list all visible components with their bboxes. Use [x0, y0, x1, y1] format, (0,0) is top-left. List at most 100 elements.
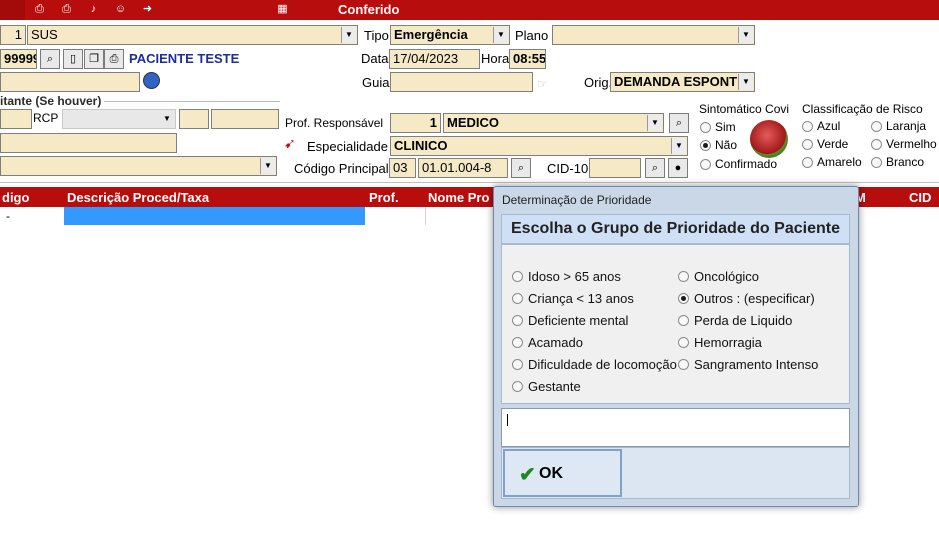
orig-value: DEMANDA ESPONT — [614, 74, 738, 89]
binoculars-icon[interactable]: ⌕ — [40, 49, 60, 69]
globe-icon[interactable] — [143, 72, 160, 89]
chevron-down-icon[interactable]: ▼ — [671, 138, 686, 154]
arrow-icon[interactable]: ➜ — [140, 3, 155, 16]
solicitante-select[interactable]: ▼ — [0, 156, 277, 176]
plano-select[interactable]: ▼ — [552, 25, 755, 45]
option-label: Gestante — [528, 379, 581, 394]
hora-label: Hora — [481, 51, 510, 66]
sintomatico-confirmado-radio[interactable] — [700, 159, 711, 170]
risco-vermelho-radio[interactable] — [871, 139, 882, 150]
option-radio[interactable] — [512, 381, 523, 392]
risco-branco-radio[interactable] — [871, 157, 882, 168]
dialog-button-bar: ✔ OK — [501, 447, 850, 499]
calculator-icon[interactable]: ▦ — [275, 3, 290, 16]
chevron-down-icon[interactable]: ▼ — [160, 111, 174, 127]
orig-select[interactable]: DEMANDA ESPONT ▼ — [610, 72, 755, 92]
ok-label: OK — [539, 465, 563, 482]
chevron-down-icon[interactable]: ▼ — [738, 74, 753, 90]
binoculars-icon[interactable]: ⌕ — [645, 158, 665, 178]
rcp-label: RCP — [33, 111, 59, 125]
sintomatico-sim-radio[interactable] — [700, 122, 711, 133]
dialog-title: Determinação de Prioridade — [502, 193, 652, 207]
hora-field[interactable]: 08:55 — [509, 49, 546, 69]
chevron-down-icon[interactable]: ▼ — [341, 27, 356, 43]
chevron-down-icon[interactable]: ▼ — [738, 27, 753, 43]
risco-azul-radio[interactable] — [802, 121, 813, 132]
status-title: Conferido — [338, 2, 400, 17]
convenio-value: SUS — [31, 27, 58, 42]
risco-amarelo-radio[interactable] — [802, 157, 813, 168]
rcp-number-field[interactable] — [211, 109, 279, 129]
risco-amarelo-label: Amarelo — [817, 155, 862, 169]
print-icon[interactable]: ⎙ — [32, 3, 47, 16]
solicitante-title: itante (Se houver) — [0, 94, 105, 108]
convenio-select[interactable]: SUS ▼ — [27, 25, 358, 45]
virus-icon — [750, 120, 788, 158]
col-cid[interactable]: CID — [909, 190, 931, 205]
option-radio[interactable] — [512, 271, 523, 282]
option-radio-selected[interactable] — [678, 293, 689, 304]
especialidade-select[interactable]: CLINICO ▼ — [390, 136, 688, 156]
binoculars-icon[interactable]: ⌕ — [511, 158, 531, 178]
option-radio[interactable] — [512, 293, 523, 304]
prof-resp-select[interactable]: MEDICO ▼ — [443, 113, 664, 133]
tipo-select[interactable]: Emergência ▼ — [390, 25, 510, 45]
option-label: Acamado — [528, 335, 583, 350]
option-radio[interactable] — [678, 271, 689, 282]
top-toolbar: ⎙ ⎙ ♪ ☺ ➜ ▦ Conferido — [0, 0, 939, 20]
toolbar-cap — [0, 0, 25, 20]
document-icon[interactable]: ▯ — [63, 49, 83, 69]
options-panel: Idoso > 65 anos Criança < 13 anos Defici… — [501, 244, 850, 404]
selected-cell[interactable] — [64, 207, 365, 225]
rcp-select[interactable]: ▼ — [62, 109, 176, 129]
col-codigo[interactable]: digo — [2, 190, 29, 205]
chevron-down-icon[interactable]: ▼ — [493, 27, 508, 43]
risco-azul-label: Azul — [817, 119, 841, 133]
sound-icon[interactable]: ♪ — [86, 3, 101, 16]
option-label: Perda de Liquido — [694, 313, 793, 328]
printer-icon[interactable]: ⎙ — [104, 49, 124, 69]
cell-divider — [425, 207, 426, 225]
option-radio[interactable] — [678, 337, 689, 348]
rcp-uf-field[interactable] — [179, 109, 209, 129]
data-field[interactable]: 17/04/2023 — [389, 49, 480, 69]
convenio-number-field[interactable]: 1 — [0, 25, 26, 45]
guia-field[interactable] — [390, 72, 533, 92]
codigo-field[interactable]: 01.01.004-8 — [418, 158, 508, 178]
codigo-grupo-field[interactable]: 03 — [389, 158, 416, 178]
prof-resp-label: Prof. Responsável — [285, 116, 384, 130]
record-icon[interactable]: ● — [668, 158, 688, 178]
chevron-down-icon[interactable]: ▼ — [260, 158, 275, 174]
tipo-label: Tipo — [364, 28, 389, 43]
option-radio[interactable] — [512, 359, 523, 370]
option-radio[interactable] — [678, 359, 689, 370]
col-descricao[interactable]: Descrição Proced/Taxa — [67, 190, 209, 205]
hand-icon[interactable]: ☞ — [537, 77, 548, 91]
solicitante-name-field[interactable] — [0, 133, 177, 153]
prof-resp-number-field[interactable]: 1 — [390, 113, 441, 133]
chevron-down-icon[interactable]: ▼ — [647, 115, 662, 131]
specify-input[interactable] — [501, 408, 850, 447]
col-prof[interactable]: Prof. — [369, 190, 399, 205]
risco-laranja-radio[interactable] — [871, 121, 882, 132]
ok-button[interactable]: ✔ OK — [503, 449, 622, 497]
option-label: Oncológico — [694, 269, 760, 284]
cid-field[interactable] — [589, 158, 641, 178]
solicitante-code-field[interactable] — [0, 109, 32, 129]
option-radio[interactable] — [512, 337, 523, 348]
prontuario-field[interactable]: 99999 — [0, 49, 37, 69]
print-icon-2[interactable]: ⎙ — [59, 3, 74, 16]
col-nome-prof[interactable]: Nome Pro — [428, 190, 489, 205]
sintomatico-nao-radio[interactable] — [700, 140, 711, 151]
patient-extra-field[interactable] — [0, 72, 140, 92]
prof-resp-value: MEDICO — [447, 115, 499, 130]
risco-verde-radio[interactable] — [802, 139, 813, 150]
binoculars-icon[interactable]: ⌕ — [669, 113, 689, 133]
orig-label: Orig. — [584, 75, 613, 90]
row-code: - — [6, 209, 10, 223]
people-icon[interactable]: ☺ — [113, 3, 128, 16]
copy-icon[interactable]: ❐ — [84, 49, 104, 69]
option-radio[interactable] — [512, 315, 523, 326]
option-radio[interactable] — [678, 315, 689, 326]
especialidade-label: Especialidade — [307, 139, 388, 154]
